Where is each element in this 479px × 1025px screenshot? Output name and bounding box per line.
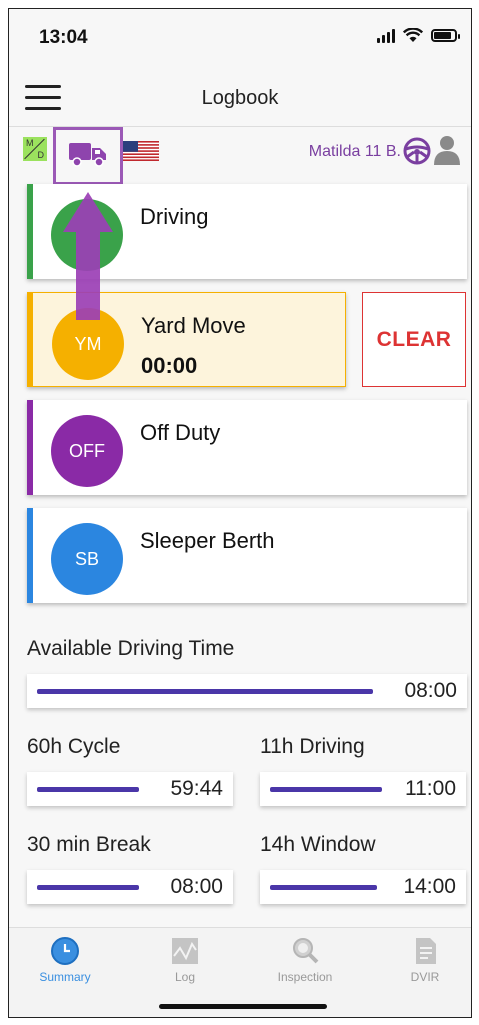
clock-icon bbox=[51, 937, 79, 965]
page-title: Logbook bbox=[201, 87, 279, 109]
off-duty-badge: OFF bbox=[51, 415, 123, 487]
app-frame: 13:04 Logbook M D Matilda 11 B. Driving … bbox=[8, 8, 472, 1018]
break-30min-value: 08:00 bbox=[170, 875, 223, 898]
yard-move-badge: YM bbox=[52, 308, 124, 380]
status-bar-yard-move bbox=[28, 293, 33, 386]
sleeper-badge: SB bbox=[51, 523, 123, 595]
steering-wheel-icon[interactable] bbox=[403, 137, 431, 165]
tab-inspection-label: Inspection bbox=[277, 970, 333, 984]
md-icon-m: M bbox=[26, 138, 34, 148]
hamburger-menu-icon[interactable] bbox=[25, 85, 61, 111]
md-icon-d: D bbox=[37, 150, 45, 160]
driving-11h-label: 11h Driving bbox=[260, 735, 365, 758]
status-off-duty[interactable]: OFF Off Duty bbox=[27, 400, 467, 495]
window-14h-value: 14:00 bbox=[403, 875, 456, 898]
tab-dvir-label: DVIR bbox=[410, 970, 440, 984]
clock-time: 13:04 bbox=[39, 27, 88, 48]
tab-summary[interactable]: Summary bbox=[20, 936, 110, 984]
status-icons bbox=[377, 28, 460, 43]
status-bar: 13:04 bbox=[9, 9, 471, 67]
status-sleeper-berth[interactable]: SB Sleeper Berth bbox=[27, 508, 467, 603]
cycle-60h-value: 59:44 bbox=[170, 777, 223, 800]
home-indicator[interactable] bbox=[159, 1004, 327, 1009]
driving-badge bbox=[51, 199, 123, 271]
status-bar-sleeper bbox=[27, 508, 33, 603]
clear-button[interactable]: CLEAR bbox=[362, 292, 466, 387]
tab-log-label: Log bbox=[174, 970, 196, 984]
cycle-60h-box: 59:44 bbox=[27, 772, 233, 806]
available-driving-box: 08:00 bbox=[27, 674, 467, 708]
break-30min-box: 08:00 bbox=[27, 870, 233, 904]
tab-dvir[interactable]: DVIR bbox=[380, 936, 470, 984]
driving-11h-value: 11:00 bbox=[405, 777, 456, 800]
window-14h-box: 14:00 bbox=[260, 870, 466, 904]
driving-11h-bar bbox=[270, 787, 382, 792]
driving-11h-box: 11:00 bbox=[260, 772, 466, 806]
available-driving-bar bbox=[37, 689, 373, 694]
window-14h-label: 14h Window bbox=[260, 833, 376, 856]
available-driving-value: 08:00 bbox=[404, 679, 457, 702]
status-driving[interactable]: Driving bbox=[27, 184, 467, 279]
sub-toolbar: M D Matilda 11 B. bbox=[9, 127, 471, 185]
available-driving-label: Available Driving Time bbox=[27, 637, 235, 660]
status-bar-off-duty bbox=[27, 400, 33, 495]
status-yard-move[interactable]: YM Yard Move 00:00 bbox=[27, 292, 346, 387]
bottom-tab-bar: Summary Log Inspection DVIR bbox=[9, 927, 471, 1017]
break-30min-bar bbox=[37, 885, 139, 890]
yard-move-time: 00:00 bbox=[141, 353, 198, 378]
break-30min-label: 30 min Break bbox=[27, 833, 151, 856]
truck-button[interactable] bbox=[53, 127, 123, 185]
status-label-off-duty: Off Duty bbox=[140, 420, 221, 445]
document-icon bbox=[416, 938, 436, 964]
tab-log[interactable]: Log bbox=[140, 936, 230, 984]
magnifier-icon bbox=[293, 938, 319, 964]
driver-name[interactable]: Matilda 11 B. bbox=[309, 143, 401, 161]
tab-inspection[interactable]: Inspection bbox=[260, 936, 350, 984]
battery-icon bbox=[431, 29, 460, 42]
status-label-sleeper-berth: Sleeper Berth bbox=[140, 528, 275, 553]
graph-icon bbox=[172, 938, 198, 964]
status-label-driving: Driving bbox=[140, 204, 209, 229]
truck-icon bbox=[69, 143, 106, 167]
signal-icon bbox=[377, 28, 395, 43]
md-icon[interactable]: M D bbox=[23, 137, 47, 161]
app-header: Logbook bbox=[9, 67, 471, 127]
cycle-60h-bar bbox=[37, 787, 139, 792]
wifi-icon bbox=[403, 28, 423, 42]
us-flag-icon[interactable] bbox=[123, 141, 159, 161]
status-label-yard-move: Yard Move bbox=[141, 313, 246, 338]
tab-summary-label: Summary bbox=[39, 970, 91, 984]
window-14h-bar bbox=[270, 885, 377, 890]
status-bar-driving bbox=[27, 184, 33, 279]
person-icon[interactable] bbox=[433, 135, 461, 165]
cycle-60h-label: 60h Cycle bbox=[27, 735, 121, 758]
